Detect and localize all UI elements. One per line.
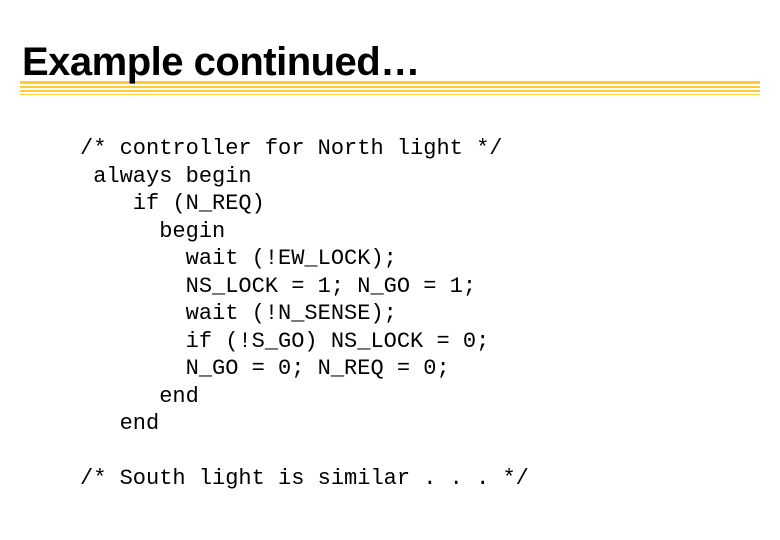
slide-title: Example continued… bbox=[20, 40, 760, 85]
slide-container: Example continued… /* controller for Nor… bbox=[0, 0, 780, 540]
code-block: /* controller for North light */ always … bbox=[20, 135, 760, 493]
title-block: Example continued… bbox=[20, 40, 760, 85]
